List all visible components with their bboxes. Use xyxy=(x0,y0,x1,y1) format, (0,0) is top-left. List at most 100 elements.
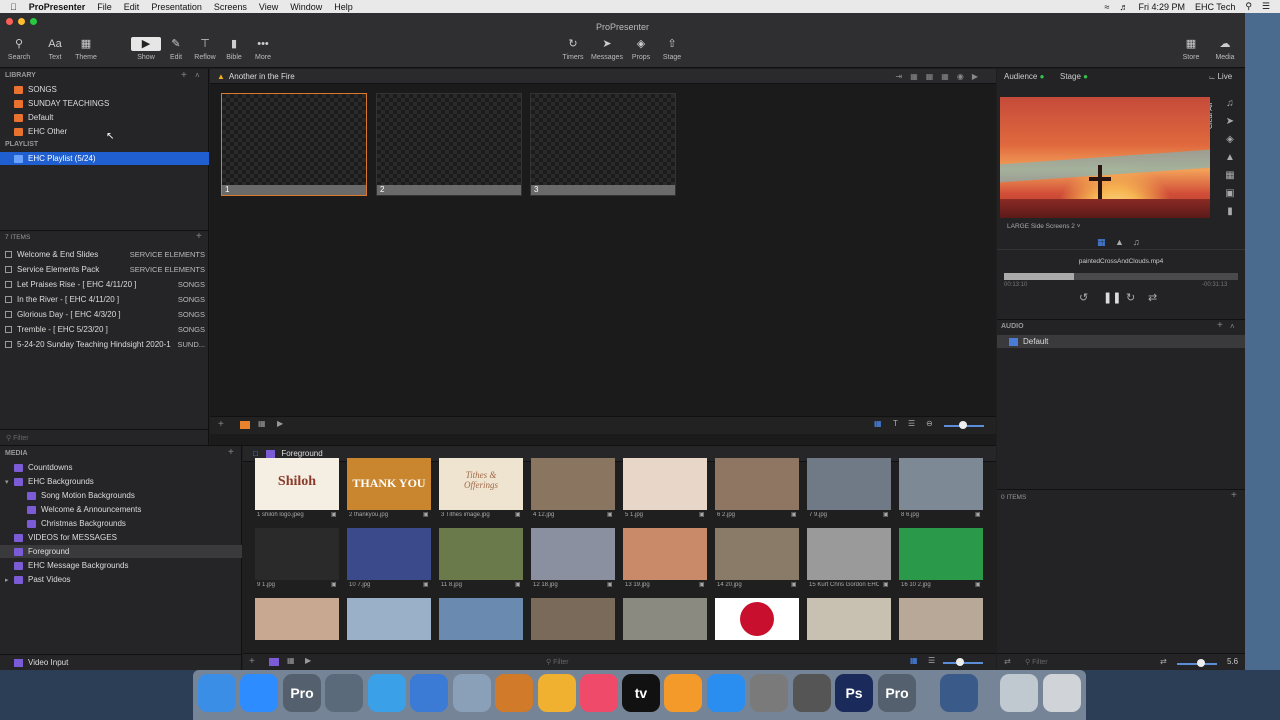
thumb-options-icon[interactable]: ▣ xyxy=(423,511,429,518)
stage-button[interactable]: ⇧ Stage xyxy=(659,37,685,61)
clock[interactable]: Fri 4:29 PM xyxy=(1138,2,1185,12)
add-media-icon[interactable]: + xyxy=(249,656,255,667)
video-layer-icon[interactable]: ▮ xyxy=(1223,205,1237,219)
media-thumb[interactable] xyxy=(899,528,983,580)
thumb-options-icon[interactable]: ▣ xyxy=(699,511,705,518)
menu-help[interactable]: Help xyxy=(334,2,353,12)
thumb-options-icon[interactable]: ▣ xyxy=(331,581,337,588)
media-filter[interactable]: ⚲ Filter xyxy=(546,658,569,666)
media-progress-bar[interactable] xyxy=(1004,273,1238,280)
grid-view-icon[interactable] xyxy=(240,421,250,429)
rewind-icon[interactable]: ↺ xyxy=(1079,291,1088,304)
zoom-out-icon[interactable]: ⊖ xyxy=(926,419,933,428)
presentation-item[interactable]: Welcome & End Slides SERVICE ELEMENTS xyxy=(0,247,209,262)
document-tools-icon[interactable]: ⇥▦▦▦◉▶ xyxy=(895,72,986,81)
dock-icon[interactable]: Pro xyxy=(283,674,321,712)
thumb-options-icon[interactable]: ▣ xyxy=(515,511,521,518)
thumb-options-icon[interactable]: ▣ xyxy=(791,581,797,588)
media-folder-item[interactable]: Countdowns xyxy=(0,461,242,474)
live-indicator[interactable]: ⌳ Live xyxy=(1209,72,1232,82)
media-thumb[interactable] xyxy=(715,598,799,640)
thumb-options-icon[interactable]: ▣ xyxy=(607,581,613,588)
media-thumb[interactable]: Shiloh xyxy=(255,458,339,510)
text-button[interactable]: Aa Text xyxy=(43,37,67,61)
menu-view[interactable]: View xyxy=(259,2,278,12)
reflow-button[interactable]: ⊤ Reflow xyxy=(192,37,218,61)
props-layer-icon[interactable]: ◈ xyxy=(1223,133,1237,147)
menu-app[interactable]: ProPresenter xyxy=(29,2,86,12)
media-thumb[interactable] xyxy=(807,458,891,510)
presentation-item[interactable]: Let Praises Rise - [ EHC 4/11/20 ] SONGS xyxy=(0,277,209,292)
grid-view-icon[interactable] xyxy=(269,658,279,666)
library-filter[interactable]: ⚲ Filter xyxy=(0,429,209,445)
playlist-item-ehc[interactable]: EHC Playlist (5/24) xyxy=(0,152,209,165)
audience-toggle[interactable]: Audience ● xyxy=(1004,72,1044,81)
add-slide-icon[interactable]: + xyxy=(218,419,224,430)
shuffle-icon[interactable]: ⇄ xyxy=(1004,657,1011,666)
dock-icon[interactable] xyxy=(750,674,788,712)
play-mode-icon[interactable]: ▶ xyxy=(305,656,311,665)
library-item-sunday-teachings[interactable]: SUNDAY TEACHINGS xyxy=(0,97,209,110)
media-thumb[interactable]: THANK YOU xyxy=(347,458,431,510)
message-layer-icon[interactable]: ➤ xyxy=(1223,115,1237,129)
media-layer-icon[interactable]: ▣ xyxy=(1223,187,1237,201)
dock-icon[interactable] xyxy=(538,674,576,712)
media-thumb[interactable]: Tithes & Offerings xyxy=(439,458,523,510)
edit-button[interactable]: ✎ Edit xyxy=(166,37,186,61)
media-thumb[interactable] xyxy=(255,598,339,640)
add-media-folder-icon[interactable]: + xyxy=(228,447,234,458)
props-button[interactable]: ◈ Props xyxy=(629,37,653,61)
forward-icon[interactable]: ↻ xyxy=(1126,291,1135,304)
apple-icon[interactable]:  xyxy=(10,2,17,12)
library-item-default[interactable]: Default xyxy=(0,111,209,124)
media-thumb[interactable] xyxy=(623,458,707,510)
media-folder-item[interactable]: Christmas Backgrounds xyxy=(0,517,242,530)
menu-window[interactable]: Window xyxy=(290,2,322,12)
dock-icon[interactable] xyxy=(453,674,491,712)
dock-icon[interactable] xyxy=(664,674,702,712)
bible-button[interactable]: ▮ Bible xyxy=(224,37,244,61)
thumb-options-icon[interactable]: ▣ xyxy=(607,511,613,518)
dock-icon[interactable] xyxy=(495,674,533,712)
slide-tab-icon[interactable]: ▦ xyxy=(1097,237,1106,248)
media-thumb[interactable] xyxy=(255,528,339,580)
slide-thumb-2[interactable]: 2 xyxy=(376,93,522,196)
grid-icon[interactable]: ▦ xyxy=(910,656,918,665)
media-folder-item[interactable]: Song Motion Backgrounds xyxy=(0,489,242,502)
image-icon[interactable]: ▦ xyxy=(258,419,266,428)
announce-tab-icon[interactable]: ▲ xyxy=(1115,237,1124,247)
zoom-slider-knob[interactable] xyxy=(959,421,967,429)
media-thumb[interactable] xyxy=(439,528,523,580)
collapse-icon[interactable]: ˄ xyxy=(1230,322,1235,331)
media-thumb[interactable] xyxy=(899,598,983,640)
media-thumb[interactable] xyxy=(623,598,707,640)
timers-button[interactable]: ↻ Timers xyxy=(560,37,586,61)
menu-edit[interactable]: Edit xyxy=(124,2,140,12)
control-center-icon[interactable]: ☰ xyxy=(1262,1,1270,12)
dock-icon[interactable] xyxy=(580,674,618,712)
pause-icon[interactable]: ❚❚ xyxy=(1103,291,1121,304)
dock-icon[interactable]: Pro xyxy=(878,674,916,712)
add-audio-icon[interactable]: + xyxy=(1217,320,1223,331)
audio-layer-icon[interactable]: ♫ xyxy=(1223,97,1237,111)
thumb-options-icon[interactable]: ▣ xyxy=(975,581,981,588)
audience-preview[interactable] xyxy=(1000,97,1210,218)
dock-icon[interactable] xyxy=(368,674,406,712)
media-folder-item[interactable]: Foreground xyxy=(0,545,242,558)
media-thumb[interactable] xyxy=(347,528,431,580)
menu-screens[interactable]: Screens xyxy=(214,2,247,12)
play-mode-icon[interactable]: ▶ xyxy=(277,419,283,428)
menu-presentation[interactable]: Presentation xyxy=(151,2,202,12)
thumb-options-icon[interactable]: ▣ xyxy=(423,581,429,588)
image-icon[interactable]: ▦ xyxy=(287,656,295,665)
media-folder-item[interactable]: EHC Message Backgrounds xyxy=(0,559,242,572)
dock-icon[interactable] xyxy=(1043,674,1081,712)
stage-toggle[interactable]: Stage ● xyxy=(1060,72,1088,81)
slide-thumb-3[interactable]: 3 xyxy=(530,93,676,196)
media-folder-item[interactable]: VIDEOS for MESSAGES xyxy=(0,531,242,544)
presentation-item[interactable]: Tremble - [ EHC 5/23/20 ] SONGS xyxy=(0,322,209,337)
video-input-item[interactable]: Video Input xyxy=(0,654,242,670)
wifi-icon[interactable]: ≈ xyxy=(1105,2,1110,12)
slide-thumb-1[interactable]: 1 xyxy=(221,93,367,196)
text-view-icon[interactable]: T xyxy=(893,419,898,428)
